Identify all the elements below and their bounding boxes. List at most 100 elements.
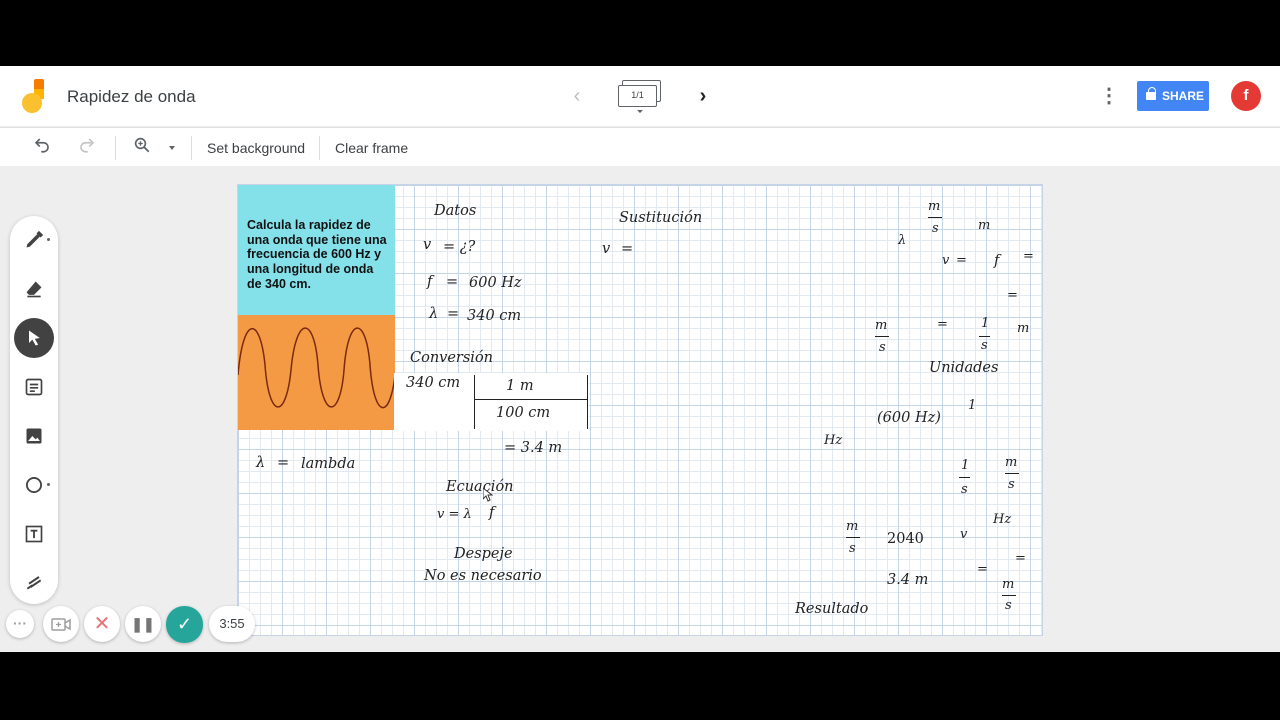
ecuacion-title: Ecuación xyxy=(446,479,514,495)
sustitucion-eq: = xyxy=(621,241,634,257)
result-m: m xyxy=(1002,577,1015,592)
set-background-button[interactable]: Set background xyxy=(207,140,305,156)
result-lambda-value: 3.4 m xyxy=(887,572,929,588)
document-title[interactable]: Rapidez de onda xyxy=(67,87,196,107)
check-icon[interactable]: ✓ xyxy=(166,606,203,643)
unit-one: 1 xyxy=(981,316,990,331)
recording-timer: 3:55 xyxy=(209,606,255,642)
redo-icon[interactable] xyxy=(75,136,99,158)
fraction-bar xyxy=(1005,473,1019,474)
next-frame-icon[interactable]: › xyxy=(692,84,714,108)
fraction-bar xyxy=(979,336,990,337)
chevron-down-icon[interactable] xyxy=(169,146,175,150)
whiteboard-canvas[interactable]: Calcula la rapidez de una onda que tiene… xyxy=(237,184,1043,636)
image-icon xyxy=(26,428,42,444)
ecuacion-formula-left: v = λ xyxy=(437,507,472,522)
datos-lambda-value: 340 cm xyxy=(467,308,522,324)
lambda-word: lambda xyxy=(301,456,356,472)
fraction-bar xyxy=(928,217,942,218)
unit-m: m xyxy=(1005,455,1018,470)
close-icon[interactable]: ✕ xyxy=(84,606,120,642)
select-icon xyxy=(29,330,40,346)
frame-count: 1/1 xyxy=(618,85,657,107)
despeje-title: Despeje xyxy=(454,546,513,562)
more-vert-icon[interactable]: ⋮ xyxy=(1098,84,1120,108)
mouse-cursor-icon xyxy=(482,486,494,502)
more-options-button[interactable]: ··· xyxy=(6,610,34,638)
unit-eq: = xyxy=(1023,249,1034,264)
frame-indicator-button[interactable]: 1/1 xyxy=(618,80,662,113)
result-s: s xyxy=(849,541,856,556)
datos-lambda-label: λ xyxy=(429,306,439,322)
lambda-eq: = xyxy=(277,455,290,471)
sustitucion-v: v xyxy=(602,241,611,257)
conversion-value: 340 cm xyxy=(406,375,461,391)
jamboard-logo xyxy=(22,79,46,113)
resultado-title: Resultado xyxy=(795,601,869,617)
divider xyxy=(115,136,116,160)
lambda-symbol: λ xyxy=(256,455,266,471)
text-box-tool[interactable] xyxy=(14,514,54,554)
sticky-note-tool[interactable] xyxy=(14,367,54,407)
datos-title: Datos xyxy=(434,203,477,219)
datos-f-label: f xyxy=(427,274,433,290)
pen-icon xyxy=(26,230,44,248)
laser-icon xyxy=(26,576,42,590)
unit-one: 1 xyxy=(968,398,977,413)
unit-v: v xyxy=(942,253,950,268)
conversion-numerator: 1 m xyxy=(506,378,534,394)
result-v: v xyxy=(960,527,968,542)
sustitucion-title: Sustitución xyxy=(619,210,703,226)
tool-panel xyxy=(10,216,58,604)
camera-button[interactable] xyxy=(43,606,79,642)
despeje-note: No es necesario xyxy=(424,568,542,584)
unit-s: s xyxy=(981,338,988,353)
zoom-icon[interactable] xyxy=(130,136,154,158)
unidades-title: Unidades xyxy=(929,360,999,376)
wave-drawing xyxy=(238,327,396,409)
unit-s: s xyxy=(961,482,968,497)
conversion-result: = 3.4 m xyxy=(504,440,563,456)
undo-icon[interactable] xyxy=(30,136,54,158)
sticky-note-icon xyxy=(25,378,43,396)
select-tool[interactable] xyxy=(14,318,54,358)
datos-f-value: 600 Hz xyxy=(469,275,522,291)
conversion-denominator: 100 cm xyxy=(496,405,551,421)
pen-tool[interactable] xyxy=(14,220,54,260)
pause-icon[interactable]: ❚❚ xyxy=(125,606,161,642)
shape-tool[interactable] xyxy=(14,465,54,505)
fraction-bar xyxy=(875,336,889,337)
image-tool[interactable] xyxy=(14,416,54,456)
unit-hz: Hz xyxy=(824,433,843,448)
fraction-bar xyxy=(846,537,860,538)
result-eq: = xyxy=(977,562,988,577)
app-window: Rapidez de onda ‹ 1/1 › ⋮ SHARE f Set ba… xyxy=(0,66,1280,652)
eraser-tool[interactable] xyxy=(14,269,54,309)
conversion-divider xyxy=(587,375,588,429)
unit-600hz: (600 Hz) xyxy=(877,410,941,426)
unit-lambda: λ xyxy=(898,233,907,248)
avatar[interactable]: f xyxy=(1231,81,1261,111)
unit-m: m xyxy=(978,218,991,233)
unit-s: s xyxy=(1008,477,1015,492)
share-button[interactable]: SHARE xyxy=(1137,81,1209,111)
clear-frame-button[interactable]: Clear frame xyxy=(335,140,408,156)
fraction-bar xyxy=(474,399,587,400)
chevron-down-icon xyxy=(637,110,643,113)
result-s: s xyxy=(1005,598,1012,613)
datos-lambda-eq: = xyxy=(447,306,460,322)
previous-frame-icon[interactable]: ‹ xyxy=(566,84,588,108)
unit-m: m xyxy=(1017,321,1030,336)
conversion-divider xyxy=(474,375,475,429)
unit-eq: = xyxy=(1007,288,1018,303)
datos-v-value: = ¿? xyxy=(443,239,476,255)
result-value: 2040 xyxy=(887,531,924,547)
conversion-title: Conversión xyxy=(410,350,494,366)
lock-icon xyxy=(1146,87,1156,100)
laser-tool[interactable] xyxy=(14,562,54,602)
problem-sticky-note[interactable]: Calcula la rapidez de una onda que tiene… xyxy=(238,185,395,315)
unit-f: f xyxy=(994,253,1000,269)
unit-s: s xyxy=(879,340,886,355)
wave-image[interactable] xyxy=(238,315,396,430)
unit-s: s xyxy=(932,221,939,236)
